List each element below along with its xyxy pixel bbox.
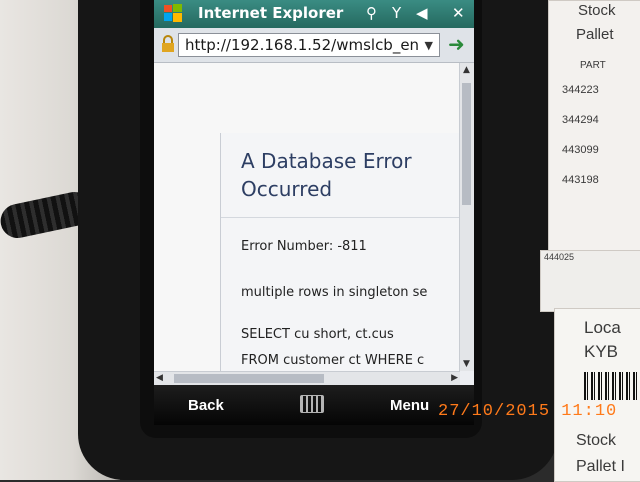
keyboard-icon[interactable] [300, 395, 324, 413]
paper-stock-text-bottom: Stock [576, 432, 617, 449]
url-dropdown-icon[interactable]: ▼ [425, 39, 433, 52]
paper-pallet-text: Pallet [576, 26, 614, 43]
vertical-scrollbar[interactable]: ▲ ▼ [459, 63, 474, 371]
paper-part-header: PART [580, 60, 606, 71]
volume-mute-icon: ◀ [416, 4, 428, 22]
error-title-line2: Occurred [241, 177, 333, 201]
menu-softkey[interactable]: Menu [390, 397, 429, 414]
paper-mid-code: 444025 [544, 252, 575, 262]
sql-line-2: FROM customer ct WHERE c [241, 353, 425, 368]
horizontal-scrollbar[interactable]: ◀ ▶ [154, 371, 460, 386]
paper-part-2: 344294 [562, 114, 599, 126]
divider [221, 217, 460, 218]
window-title: Internet Explorer [198, 4, 344, 22]
paper-part-1: 344223 [562, 84, 599, 96]
softkey-bar: Back Menu [154, 385, 474, 425]
page-content: A Database Error Occurred Error Number: … [154, 63, 460, 371]
error-number: Error Number: -811 [241, 239, 367, 254]
error-title-line1: A Database Error [241, 149, 412, 173]
lock-icon [162, 35, 174, 52]
go-arrow-icon[interactable]: ➜ [448, 32, 470, 56]
vertical-scroll-thumb[interactable] [462, 83, 471, 205]
paper-part-4: 443198 [562, 174, 599, 186]
scroll-right-icon[interactable]: ▶ [451, 373, 458, 383]
close-icon[interactable]: ✕ [452, 4, 465, 22]
scroll-up-icon[interactable]: ▲ [463, 65, 470, 75]
phone-screen: Internet Explorer ⚲ Y ◀ ✕ http://192.168… [154, 0, 474, 425]
scroll-down-icon[interactable]: ▼ [463, 359, 470, 369]
address-bar: http://192.168.1.52/wmslcb_en ▼ ➜ [154, 28, 474, 63]
error-title: A Database Error Occurred [241, 147, 460, 203]
paper-pallet-text-bottom: Pallet I [576, 458, 625, 475]
paper-part-3: 443099 [562, 144, 599, 156]
barcode [584, 372, 640, 400]
title-bar: Internet Explorer ⚲ Y ◀ ✕ [154, 0, 474, 28]
sql-line-1: SELECT cu short, ct.cus [241, 327, 394, 342]
paper-code-text: KYB [584, 342, 619, 361]
paper-stock-text: Stock [578, 2, 616, 19]
horizontal-scroll-thumb[interactable] [174, 374, 324, 383]
signal-icon: ⚲ [366, 4, 377, 22]
network-off-icon: Y [392, 4, 402, 22]
back-softkey[interactable]: Back [188, 397, 224, 414]
photo-timestamp: 27/10/2015 11:10 [438, 402, 618, 421]
error-message: multiple rows in singleton se [241, 285, 428, 300]
paper-location-text: Loca [584, 318, 621, 337]
scroll-left-icon[interactable]: ◀ [156, 373, 163, 383]
url-input[interactable]: http://192.168.1.52/wmslcb_en ▼ [178, 33, 440, 57]
windows-logo-icon[interactable] [162, 2, 184, 24]
error-panel: A Database Error Occurred Error Number: … [220, 133, 460, 371]
url-text: http://192.168.1.52/wmslcb_en [185, 36, 420, 54]
